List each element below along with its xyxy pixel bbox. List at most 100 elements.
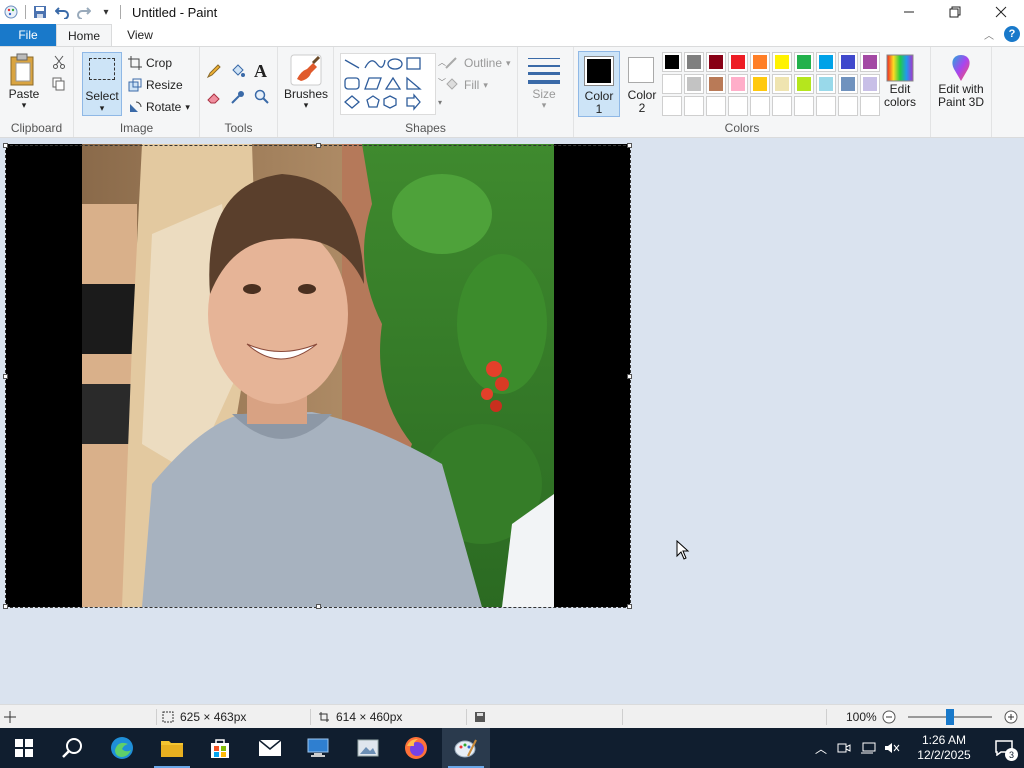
resize-handle-top-right[interactable] [627,143,632,148]
text-tool-icon[interactable]: A [254,61,267,82]
color-swatch[interactable] [706,74,726,94]
color-swatch[interactable] [750,74,770,94]
fill-dropdown-chevron-icon[interactable]: ▾ [483,80,488,91]
help-icon[interactable]: ? [1004,26,1020,42]
color-swatch[interactable] [662,52,682,72]
color-swatch[interactable] [684,96,704,116]
brushes-button[interactable]: Brushes ▾ [284,53,328,110]
shapes-gallery[interactable] [340,53,436,115]
select-button[interactable]: Select ▾ [82,52,122,116]
color-swatch[interactable] [728,52,748,72]
start-button[interactable] [0,728,48,768]
taskbar-edge[interactable] [98,728,146,768]
tab-view[interactable]: View [112,24,168,46]
color-swatch[interactable] [684,74,704,94]
size-button[interactable]: Size ▾ [526,55,562,110]
notification-center-button[interactable]: 3 [984,728,1024,768]
color-swatch[interactable] [750,96,770,116]
color-swatch[interactable] [816,74,836,94]
outline-dropdown-chevron-icon[interactable]: ▾ [506,58,511,69]
resize-handle-bottom-left[interactable] [3,604,8,609]
color-swatch[interactable] [662,96,682,116]
color-swatch[interactable] [860,96,880,116]
restore-button[interactable] [932,0,978,24]
select-dropdown-chevron-icon[interactable]: ▾ [83,103,121,114]
customize-qat-chevron-icon[interactable]: ▾ [95,1,117,23]
save-icon[interactable] [29,1,51,23]
meet-now-icon[interactable] [832,742,856,754]
edit-colors-button[interactable]: Edit colors [884,53,916,109]
copy-icon[interactable] [52,77,66,91]
undo-icon[interactable] [51,1,73,23]
zoom-out-button[interactable] [882,705,896,729]
tab-file[interactable]: File [0,24,56,46]
color-swatch[interactable] [684,52,704,72]
taskbar-file-explorer[interactable] [148,728,196,768]
taskbar-app-paint-ish[interactable] [344,728,392,768]
selection-rectangle[interactable] [5,145,631,608]
collapse-ribbon-icon[interactable]: ︿ [984,27,994,42]
resize-handle-top[interactable] [316,143,321,148]
resize-button[interactable]: Resize [128,75,183,95]
tab-home[interactable]: Home [56,24,112,46]
fill-button[interactable]: Fill ▾ [444,75,488,95]
image-app-icon [357,739,379,757]
color-swatch[interactable] [838,52,858,72]
fill-bucket-icon[interactable] [230,63,246,79]
rotate-dropdown-chevron-icon[interactable]: ▾ [185,102,190,113]
taskbar-remote-desktop[interactable] [294,728,342,768]
color-swatch[interactable] [728,74,748,94]
color-swatch[interactable] [728,96,748,116]
color-swatch[interactable] [794,74,814,94]
resize-handle-top-left[interactable] [3,143,8,148]
size-dropdown-chevron-icon[interactable]: ▾ [542,101,547,110]
color-swatch[interactable] [750,52,770,72]
color-swatch[interactable] [706,52,726,72]
color-swatch[interactable] [772,52,792,72]
eraser-icon[interactable] [206,89,222,105]
color-picker-icon[interactable] [230,89,246,105]
color-swatch[interactable] [772,74,792,94]
color-swatch[interactable] [860,74,880,94]
zoom-slider-thumb[interactable] [946,709,954,725]
color-swatch[interactable] [662,74,682,94]
resize-handle-left[interactable] [3,374,8,379]
paste-button[interactable]: Paste ▾ [8,53,40,110]
taskbar-mail[interactable] [246,728,294,768]
color-swatch[interactable] [838,96,858,116]
crop-button[interactable]: Crop [128,53,172,73]
canvas-area[interactable] [0,138,1024,704]
color-swatch[interactable] [772,96,792,116]
search-button[interactable] [48,728,96,768]
volume-muted-icon[interactable] [880,742,904,754]
taskbar-paint[interactable] [442,728,490,768]
color-swatch[interactable] [794,96,814,116]
show-hidden-icons-chevron-icon[interactable]: ︿ [810,740,832,757]
taskbar-store[interactable] [196,728,244,768]
network-icon[interactable] [856,742,880,754]
resize-handle-right[interactable] [627,374,632,379]
redo-icon[interactable] [73,1,95,23]
color-swatch[interactable] [838,74,858,94]
rotate-button[interactable]: Rotate ▾ [128,97,190,117]
pencil-icon[interactable] [206,63,222,79]
clock[interactable]: 1:26 AM 12/2/2025 [904,733,984,763]
resize-handle-bottom[interactable] [316,604,321,609]
cut-icon[interactable] [52,55,66,69]
edit-with-paint3d-button[interactable]: Edit with Paint 3D [934,53,988,109]
brushes-dropdown-chevron-icon[interactable]: ▾ [304,101,309,110]
close-button[interactable] [978,0,1024,24]
color-swatch[interactable] [816,96,836,116]
paste-dropdown-chevron-icon[interactable]: ▾ [22,101,27,110]
magnifier-icon[interactable] [254,89,270,105]
color-swatch[interactable] [816,52,836,72]
taskbar-firefox[interactable] [392,728,440,768]
resize-handle-bottom-right[interactable] [627,604,632,609]
color-swatch[interactable] [794,52,814,72]
color-swatch[interactable] [860,52,880,72]
paint-app-icon[interactable] [0,1,22,23]
color-swatch[interactable] [706,96,726,116]
zoom-in-button[interactable] [1004,705,1018,729]
outline-button[interactable]: Outline ▾ [444,53,511,73]
minimize-button[interactable] [886,0,932,24]
